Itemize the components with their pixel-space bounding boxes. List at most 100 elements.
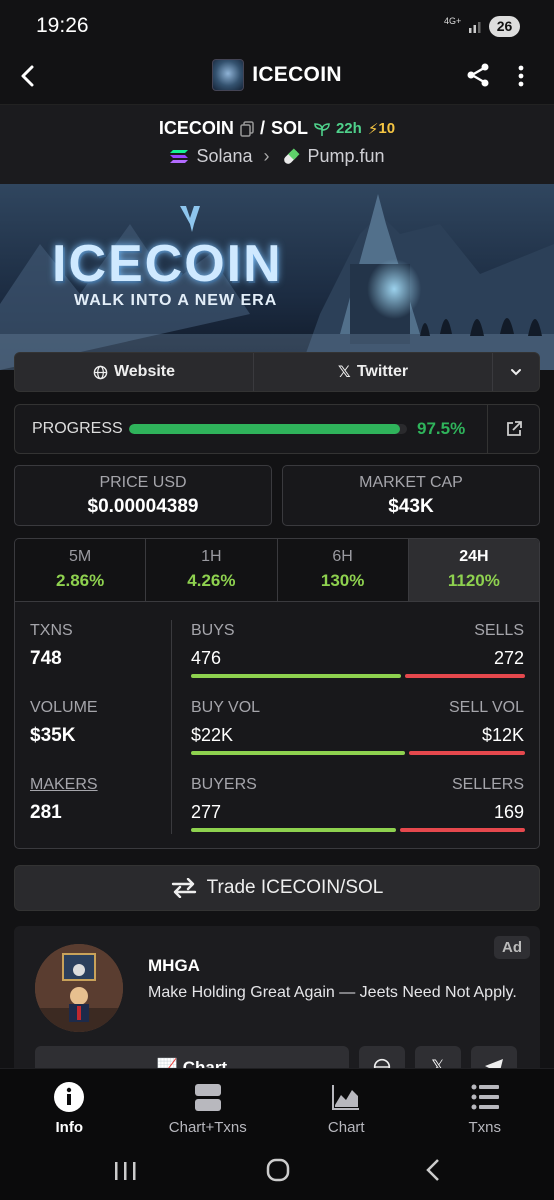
tab-24h[interactable]: 24H 1120% — [408, 539, 539, 602]
ad-badge: Ad — [494, 936, 530, 959]
progress-label: PROGRESS — [32, 420, 123, 437]
solana-icon — [170, 150, 189, 163]
nav-label: Txns — [468, 1119, 501, 1136]
pill-icon — [283, 148, 299, 164]
battery-indicator: 26 — [489, 16, 520, 37]
txns-label: TXNS — [30, 622, 73, 639]
banner-headline: ICECOIN — [52, 235, 283, 293]
buys-bar — [191, 674, 401, 678]
buyers-label: BUYERS — [191, 776, 257, 793]
bonding-progress: PROGRESS 97.5% — [14, 404, 540, 454]
nav-chart-txns[interactable]: Chart+Txns — [139, 1069, 278, 1148]
price-label: PRICE USD — [99, 474, 187, 491]
timeframe-tabs: 5M 2.86% 1H 4.26% 6H 130% 24H 1120% — [14, 538, 540, 602]
home-icon[interactable] — [266, 1158, 290, 1182]
sellers-label: SELLERS — [451, 776, 524, 793]
market-cap-box: MARKET CAP $43K — [282, 465, 540, 526]
makers-label[interactable]: MAKERS — [30, 776, 98, 794]
external-link-icon[interactable] — [505, 420, 523, 438]
nav-label: Info — [55, 1119, 84, 1136]
chain-name[interactable]: Solana — [196, 146, 252, 167]
chart-txns-icon — [194, 1084, 221, 1111]
progress-fill — [129, 424, 401, 434]
globe-icon — [93, 365, 108, 379]
buy-vol-value: $22K — [191, 725, 234, 745]
copy-icon[interactable] — [240, 120, 254, 137]
pair-separator: / — [259, 118, 265, 138]
app-bar: ICECOIN — [0, 52, 554, 104]
base-token: ICECOIN — [158, 118, 234, 138]
market-cap-value: $43K — [388, 496, 434, 517]
list-icon — [471, 1084, 499, 1110]
price-box: PRICE USD $0.00004389 — [14, 465, 272, 526]
nav-label: Chart — [327, 1119, 365, 1136]
volume-label: VOLUME — [30, 699, 98, 716]
network-type: 4G+ — [444, 16, 462, 26]
app-title: ICECOIN — [252, 63, 342, 86]
trade-stats: TXNS 748 VOLUME $35K MAKERS 281 BUYS SEL… — [14, 601, 540, 849]
txns-value: 748 — [30, 648, 62, 669]
share-icon[interactable] — [464, 61, 492, 89]
buys-value: 476 — [191, 648, 222, 668]
price-value: $0.00004389 — [87, 496, 199, 517]
bolt-icon: ⚡ — [367, 120, 379, 138]
trade-button[interactable]: Trade ICECOIN/SOL — [14, 865, 540, 911]
chevron-right-icon: › — [263, 146, 270, 166]
tab-5m[interactable]: 5M 2.86% — [15, 539, 147, 602]
tab-label: 1H — [201, 548, 222, 565]
ad-text: Make Holding Great Again — Jeets Need No… — [148, 984, 517, 1001]
tab-6h[interactable]: 6H 130% — [278, 539, 409, 602]
sells-value: 272 — [493, 648, 524, 668]
makers-value: 281 — [30, 802, 62, 823]
divider — [171, 620, 172, 834]
status-time: 19:26 — [36, 14, 89, 37]
tab-label: 5M — [69, 548, 92, 565]
pair-title: ICECOIN / SOL 22h ⚡ 10 — [0, 118, 554, 139]
sell-vol-bar — [409, 751, 525, 755]
pair-age: 22h — [335, 120, 362, 137]
nav-chart[interactable]: Chart — [277, 1069, 416, 1148]
nav-txns[interactable]: Txns — [416, 1069, 554, 1148]
tab-change: 1120% — [447, 571, 500, 590]
tab-change: 130% — [320, 571, 365, 590]
x-logo-icon: 𝕏 — [337, 364, 351, 381]
twitter-label: Twitter — [356, 363, 409, 380]
nav-info[interactable]: Info — [0, 1069, 139, 1148]
ad-avatar — [35, 944, 123, 1032]
trade-label: Trade ICECOIN/SOL — [206, 877, 384, 898]
market-cap-label: MARKET CAP — [359, 474, 463, 491]
more-vert-icon[interactable] — [512, 62, 530, 90]
area-chart-icon — [332, 1085, 360, 1110]
quote-token: SOL — [270, 118, 308, 138]
token-banner: ICECOIN WALK INTO A NEW ERA — [0, 184, 554, 370]
ad-name: MHGA — [148, 956, 200, 975]
tab-1h[interactable]: 1H 4.26% — [146, 539, 278, 602]
buyers-value: 277 — [191, 802, 222, 822]
sell-vol-label: SELL VOL — [448, 699, 524, 716]
sells-bar — [405, 674, 525, 678]
twitter-button[interactable]: 𝕏 Twitter — [254, 353, 493, 391]
progress-track — [129, 424, 407, 434]
progress-percent: 97.5% — [417, 419, 466, 438]
dex-name[interactable]: Pump.fun — [308, 146, 385, 167]
buys-label: BUYS — [191, 622, 235, 639]
boost-count: 10 — [378, 120, 396, 137]
ad-card[interactable]: Ad MHGA Make Holding Great Again — Jeets… — [14, 926, 540, 1086]
info-icon — [54, 1082, 85, 1112]
divider — [487, 405, 488, 453]
pair-header — [0, 104, 554, 184]
buy-vol-bar — [191, 751, 405, 755]
system-nav-bar — [0, 1148, 554, 1200]
tab-label: 24H — [459, 548, 489, 565]
recent-apps-icon[interactable] — [113, 1160, 137, 1182]
chain-breadcrumb: Solana › Pump.fun — [0, 146, 554, 167]
sell-vol-value: $12K — [481, 725, 524, 745]
swap-arrows-icon — [171, 878, 196, 898]
system-back-icon[interactable] — [424, 1158, 442, 1182]
nav-label: Chart+Txns — [168, 1119, 247, 1136]
website-label: Website — [113, 363, 176, 380]
website-button[interactable]: Website — [15, 353, 254, 391]
sells-label: SELLS — [474, 622, 524, 639]
volume-value: $35K — [30, 725, 76, 746]
links-expand-button[interactable] — [493, 353, 539, 391]
